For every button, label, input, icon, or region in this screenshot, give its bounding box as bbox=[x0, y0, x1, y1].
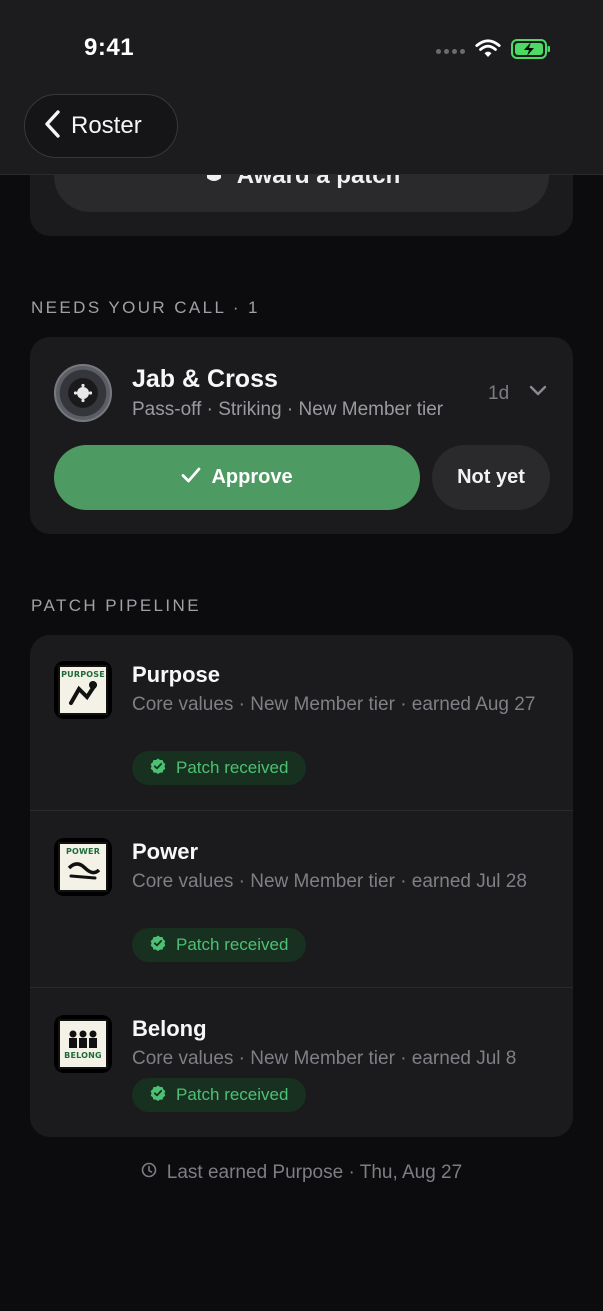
patch-word: POWER bbox=[65, 847, 101, 856]
call-item-subtitle: Pass-off · Striking · New Member tier bbox=[132, 399, 444, 420]
pipeline-item-name: Belong bbox=[132, 1016, 207, 1041]
call-item-title: Jab & Cross bbox=[132, 365, 278, 393]
status-label: Patch received bbox=[176, 935, 289, 954]
belong-patch-icon: BELONG bbox=[54, 1015, 112, 1073]
pipeline-item-name: Purpose bbox=[132, 662, 221, 687]
needs-call-section-title: NEEDS YOUR CALL · 1 bbox=[31, 298, 260, 317]
top-bar: 9:41 Roster bbox=[0, 0, 603, 175]
cellular-signal-icon bbox=[436, 49, 465, 54]
list-item[interactable]: POWER Power Core values · New Member tie… bbox=[30, 811, 573, 988]
verified-badge-icon bbox=[150, 935, 166, 956]
status-badge: Patch received bbox=[132, 1078, 307, 1112]
last-earned-note: Last earned Purpose · Thu, Aug 27 bbox=[0, 1162, 603, 1184]
pipeline-item-subtitle: Core values · New Member tier · earned A… bbox=[132, 694, 536, 715]
status-time: 9:41 bbox=[84, 34, 135, 61]
pipeline-item-subtitle: Core values · New Member tier · earned J… bbox=[132, 871, 527, 892]
status-badge: Patch received bbox=[132, 751, 307, 785]
patch-word: PURPOSE bbox=[61, 670, 105, 679]
clock-icon bbox=[141, 1162, 157, 1184]
pipeline-section-title: PATCH PIPELINE bbox=[31, 596, 201, 615]
verified-badge-icon bbox=[150, 758, 166, 779]
chevron-left-icon bbox=[43, 109, 61, 144]
pipeline-item-name: Power bbox=[132, 839, 199, 864]
wifi-icon bbox=[475, 39, 501, 64]
status-label: Patch received bbox=[176, 1085, 289, 1104]
status-badge: Patch received bbox=[132, 928, 307, 962]
status-label: Patch received bbox=[176, 758, 289, 777]
back-button[interactable]: Roster bbox=[24, 94, 178, 158]
approve-button[interactable]: Approve bbox=[54, 445, 420, 510]
last-earned-text: Last earned Purpose · Thu, Aug 27 bbox=[166, 1162, 463, 1183]
patch-avatar-icon bbox=[54, 364, 112, 422]
power-patch-icon: POWER bbox=[54, 838, 112, 896]
status-icons bbox=[436, 38, 551, 65]
back-label: Roster bbox=[71, 112, 142, 139]
pipeline-item-subtitle: Core values · New Member tier · earned J… bbox=[132, 1048, 517, 1069]
purpose-patch-icon: PURPOSE bbox=[54, 661, 112, 719]
not-yet-button[interactable]: Not yet bbox=[432, 445, 550, 510]
list-item[interactable]: PURPOSE Purpose Core values · New Member… bbox=[30, 635, 573, 811]
pipeline-card: PURPOSE Purpose Core values · New Member… bbox=[30, 635, 573, 1137]
patch-word: BELONG bbox=[64, 1050, 102, 1060]
chevron-down-icon[interactable] bbox=[528, 384, 548, 403]
call-item-age: 1d bbox=[488, 383, 510, 404]
checkmark-icon bbox=[181, 466, 201, 490]
list-item[interactable]: BELONG Belong Core values · New Member t… bbox=[30, 988, 573, 1137]
needs-call-card: Jab & Cross Pass-off · Striking · New Me… bbox=[30, 337, 573, 534]
battery-charging-icon bbox=[511, 38, 551, 65]
approve-label: Approve bbox=[211, 466, 293, 488]
verified-badge-icon bbox=[150, 1085, 166, 1106]
